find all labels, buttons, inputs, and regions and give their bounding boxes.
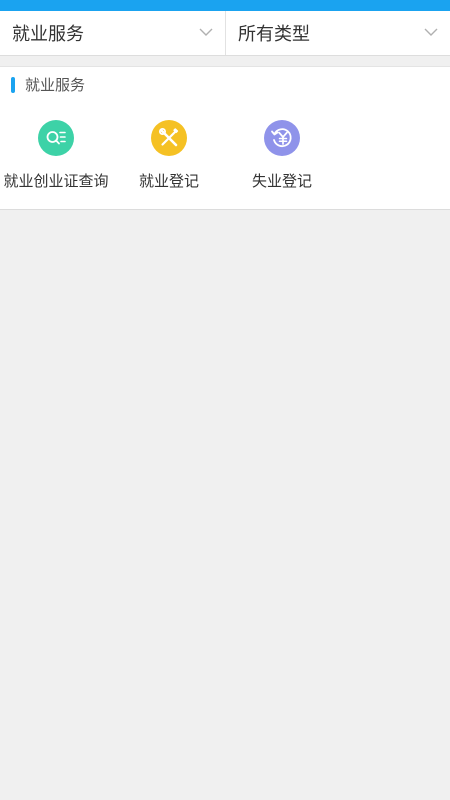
section-header: 就业服务 [0,66,450,103]
search-list-icon [38,120,74,156]
category-filter-label: 就业服务 [12,24,84,45]
status-bar [0,0,450,11]
type-filter-dropdown[interactable]: 所有类型 [225,11,450,55]
wrench-screwdriver-icon [151,120,187,156]
service-item-employment-registration[interactable]: 就业登记 [113,102,225,209]
service-label: 就业登记 [138,172,199,190]
services-panel: 就业创业证查询 就业登记 失业登记 [0,102,450,210]
section-marker [11,76,15,93]
yuan-refresh-icon [264,120,300,156]
category-filter-dropdown[interactable]: 就业服务 [0,11,225,55]
chevron-down-icon [424,28,438,36]
type-filter-label: 所有类型 [238,24,310,45]
service-label: 失业登记 [251,172,312,190]
chevron-down-icon [199,28,213,36]
service-item-employment-card-query[interactable]: 就业创业证查询 [0,102,112,209]
section-title: 就业服务 [25,76,86,94]
service-item-unemployment-registration[interactable]: 失业登记 [226,102,338,209]
service-label: 就业创业证查询 [3,172,109,190]
filter-bar: 就业服务 所有类型 [0,11,450,56]
